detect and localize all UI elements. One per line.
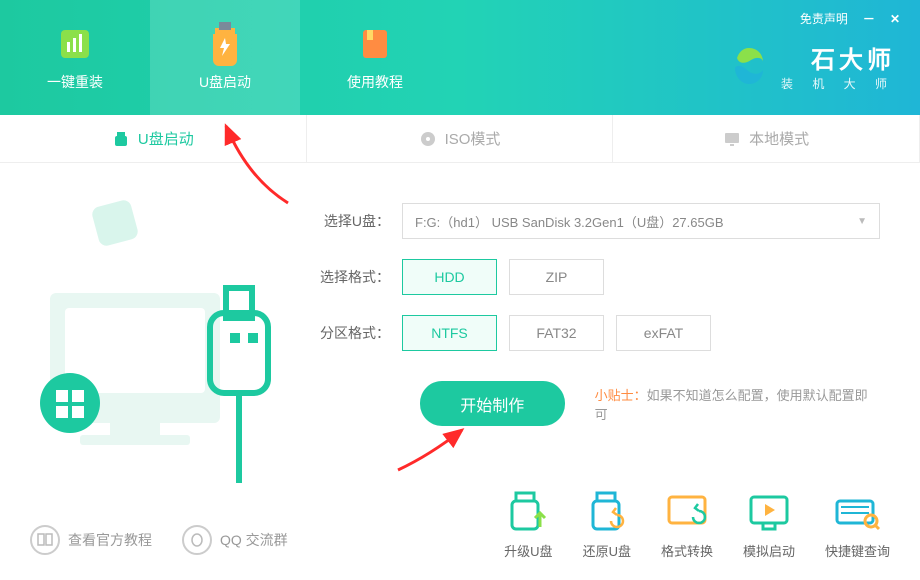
action-hotkey-lookup[interactable]: 快捷键查询 <box>825 491 890 560</box>
usb-icon <box>112 130 130 148</box>
format-hdd[interactable]: HDD <box>402 259 497 295</box>
hotkey-icon <box>833 491 881 533</box>
brand-name: 石大师 <box>781 40 895 75</box>
tip-text: 小贴士：如果不知道怎么配置，使用默认配置即可 <box>595 385 880 423</box>
nav-tutorial[interactable]: 使用教程 <box>300 0 450 115</box>
partition-label: 分区格式： <box>320 323 390 343</box>
config-form: 选择U盘： F:G:（hd1） USB SanDisk 3.2Gen1（U盘）2… <box>320 193 880 473</box>
disk-label: 选择U盘： <box>320 211 390 231</box>
tutorial-icon <box>355 24 395 64</box>
action-simulate-boot[interactable]: 模拟启动 <box>743 491 795 560</box>
app-header: 一键重装 U盘启动 使用教程 免责声明 － ✕ 石大师 装 机 大 师 <box>0 0 920 115</box>
start-button[interactable]: 开始制作 <box>420 381 565 426</box>
nav-reinstall-label: 一键重装 <box>47 72 103 92</box>
action-upgrade-usb[interactable]: 升级U盘 <box>504 491 552 560</box>
nav-usb-boot[interactable]: U盘启动 <box>150 0 300 115</box>
close-icon[interactable]: ✕ <box>890 12 900 26</box>
simulate-boot-icon <box>745 491 793 533</box>
restore-usb-icon <box>583 491 631 533</box>
qq-icon <box>182 525 212 555</box>
usb-boot-icon <box>205 24 245 64</box>
partition-exfat[interactable]: exFAT <box>616 315 711 351</box>
footer-tutorial[interactable]: 查看官方教程 <box>30 525 152 555</box>
disclaimer-link[interactable]: 免责声明 <box>800 10 848 27</box>
format-convert-icon <box>663 491 711 533</box>
brand-sub: 装 机 大 师 <box>781 75 895 92</box>
tab-local-mode[interactable]: 本地模式 <box>613 115 920 162</box>
book-icon <box>30 525 60 555</box>
nav-tutorial-label: 使用教程 <box>347 72 403 92</box>
window-controls: 免责声明 － ✕ <box>800 10 900 27</box>
minimize-icon[interactable]: － <box>863 10 875 27</box>
iso-icon <box>419 130 437 148</box>
main-content: 选择U盘： F:G:（hd1） USB SanDisk 3.2Gen1（U盘）2… <box>0 163 920 473</box>
monitor-icon <box>723 130 741 148</box>
mode-tabs: U盘启动 ISO模式 本地模式 <box>0 115 920 163</box>
nav-usb-boot-label: U盘启动 <box>199 72 251 92</box>
footer-links: 查看官方教程 QQ 交流群 <box>30 525 288 555</box>
reinstall-icon <box>55 24 95 64</box>
action-format-convert[interactable]: 格式转换 <box>661 491 713 560</box>
upgrade-usb-icon <box>504 491 552 533</box>
tab-iso-mode[interactable]: ISO模式 <box>307 115 614 162</box>
action-restore-usb[interactable]: 还原U盘 <box>583 491 631 560</box>
tab-usb-boot[interactable]: U盘启动 <box>0 115 307 162</box>
brand-logo-icon <box>727 44 771 88</box>
partition-fat32[interactable]: FAT32 <box>509 315 604 351</box>
nav-reinstall[interactable]: 一键重装 <box>0 0 150 115</box>
bottom-actions: 升级U盘 还原U盘 格式转换 模拟启动 快捷键查询 <box>504 491 890 560</box>
format-label: 选择格式： <box>320 267 390 287</box>
disk-dropdown[interactable]: F:G:（hd1） USB SanDisk 3.2Gen1（U盘）27.65GB <box>402 203 880 239</box>
footer-qq[interactable]: QQ 交流群 <box>182 525 288 555</box>
usb-illustration <box>40 193 280 473</box>
brand: 石大师 装 机 大 师 <box>727 40 895 92</box>
format-zip[interactable]: ZIP <box>509 259 604 295</box>
partition-ntfs[interactable]: NTFS <box>402 315 497 351</box>
